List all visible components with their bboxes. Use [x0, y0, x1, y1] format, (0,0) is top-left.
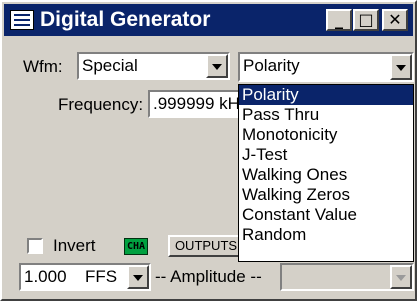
outputs-button-label: OUTPUTS [174, 238, 238, 253]
chevron-down-icon[interactable] [127, 265, 149, 289]
chevron-down-icon[interactable] [390, 54, 412, 80]
list-item[interactable]: Walking Zeros [239, 185, 413, 205]
list-item[interactable]: J-Test [239, 145, 413, 165]
window-title: Digital Generator [40, 8, 211, 31]
amplitude-disabled-select [280, 263, 414, 291]
amplitude-value-select[interactable]: 1.000 FFS [19, 263, 151, 291]
mode-select[interactable]: Polarity [238, 52, 414, 82]
minimize-button[interactable]: _ [326, 9, 352, 31]
list-item[interactable]: Walking Ones [239, 165, 413, 185]
chevron-down-icon[interactable] [206, 54, 228, 78]
frequency-label: Frequency: [58, 95, 144, 114]
amplitude-label: -- Amplitude -- [155, 267, 262, 286]
amplitude-unit: FFS [85, 267, 118, 286]
waveform-select[interactable]: Special [77, 52, 230, 80]
list-item[interactable]: Polarity [239, 85, 413, 105]
generator-app-icon[interactable] [10, 10, 34, 30]
mode-dropdown-list[interactable]: Polarity Pass Thru Monotonicity J-Test W… [238, 84, 414, 262]
outputs-button[interactable]: OUTPUTS [168, 235, 244, 257]
frequency-value: .999999 kH [153, 94, 240, 113]
invert-label: Invert [53, 236, 96, 255]
channel-badge: CHA [124, 238, 149, 255]
frequency-field[interactable]: .999999 kH [148, 90, 240, 118]
minimize-icon: _ [335, 10, 343, 29]
waveform-label: Wfm: [23, 57, 63, 76]
maximize-button[interactable]: □ [353, 9, 379, 31]
invert-checkbox[interactable] [27, 238, 43, 254]
list-item[interactable]: Monotonicity [239, 125, 413, 145]
list-item[interactable]: Pass Thru [239, 105, 413, 125]
waveform-select-value: Special [82, 56, 138, 75]
close-button[interactable]: ✕ [382, 9, 408, 31]
digital-generator-window: Digital Generator _ □ ✕ Wfm: Special Pol… [0, 0, 417, 301]
amplitude-value: 1.000 [24, 267, 67, 286]
title-bar[interactable]: Digital Generator _ □ ✕ [4, 4, 413, 36]
close-icon: ✕ [388, 10, 402, 29]
list-item[interactable]: Random [239, 225, 413, 245]
mode-select-value: Polarity [243, 56, 300, 75]
list-item[interactable]: Constant Value [239, 205, 413, 225]
chevron-down-icon [390, 265, 412, 289]
maximize-icon: □ [358, 10, 374, 29]
